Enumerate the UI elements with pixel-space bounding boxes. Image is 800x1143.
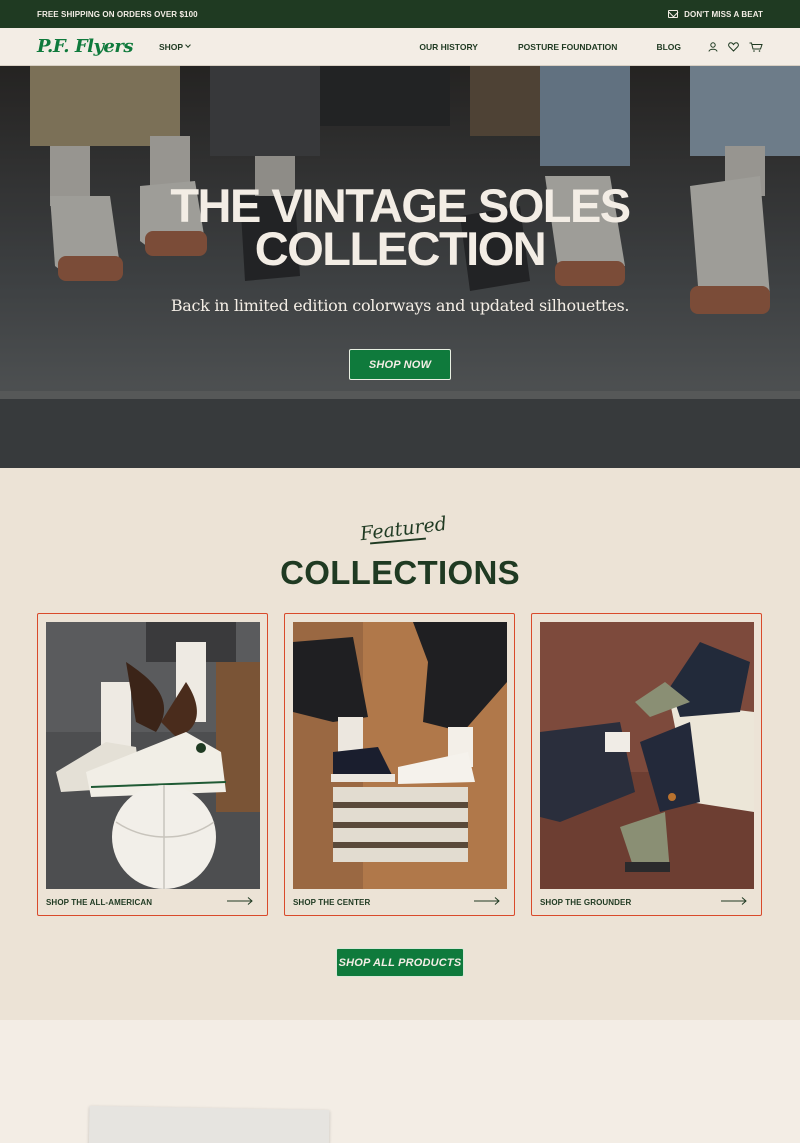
chevron-down-icon (185, 42, 191, 48)
collection-label-center: SHOP THE CENTER (293, 898, 371, 907)
collection-label-all-american: SHOP THE ALL-AMERICAN (46, 898, 153, 907)
featured-title: COLLECTIONS (280, 554, 520, 591)
account-icon[interactable] (708, 41, 718, 52)
collection-card-grounder[interactable]: SHOP THE GROUNDER (531, 613, 762, 916)
brand-logo[interactable]: P.F. Flyers (37, 36, 159, 57)
nav-link-blog[interactable]: BLOG (656, 42, 681, 52)
logo-text: P.F. Flyers (37, 36, 133, 57)
arrow-right-icon (227, 897, 253, 905)
collection-label-grounder: SHOP THE GROUNDER (540, 898, 632, 907)
hero-banner: THE VINTAGE SOLES COLLECTION Back in lim… (0, 66, 800, 468)
hero-subtitle: Back in limited edition colorways and up… (170, 296, 630, 315)
next-section (0, 1020, 800, 1143)
shop-now-button[interactable]: SHOP NOW (349, 349, 451, 380)
newsletter-link[interactable]: DON'T MISS A BEAT (668, 10, 763, 19)
announcement-bar: FREE SHIPPING ON ORDERS OVER $100 DON'T … (0, 0, 800, 28)
nav-shop-label: SHOP (159, 41, 184, 52)
hero-title: THE VINTAGE SOLES COLLECTION (0, 179, 800, 275)
arrow-right-icon (721, 897, 747, 905)
nav-link-posture-foundation[interactable]: POSTURE FOUNDATION (518, 42, 617, 52)
photo-frame (88, 1105, 330, 1143)
featured-collections-section: Featured COLLECTIONS SHOP THE ALL-AMERIC… (0, 468, 800, 1020)
collection-card-all-american[interactable]: SHOP THE ALL-AMERICAN (37, 613, 268, 916)
collection-image-center (293, 622, 507, 889)
collection-image-all-american (46, 622, 260, 889)
main-nav: P.F. Flyers SHOP OUR HISTORY POSTURE FOU… (0, 28, 800, 66)
heart-icon[interactable] (728, 41, 739, 52)
shop-all-products-button[interactable]: SHOP ALL PRODUCTS (336, 948, 464, 977)
collection-image-grounder (540, 622, 754, 889)
nav-link-our-history[interactable]: OUR HISTORY (419, 42, 478, 52)
nav-shop-menu[interactable]: SHOP (159, 41, 191, 52)
collection-card-center[interactable]: SHOP THE CENTER (284, 613, 515, 916)
hero-title-line2: COLLECTION (254, 222, 547, 275)
arrow-right-icon (474, 897, 500, 905)
cart-icon[interactable] (749, 42, 763, 52)
hero-title-line1: THE VINTAGE SOLES (170, 179, 631, 232)
mail-icon (668, 10, 679, 18)
newsletter-label: DON'T MISS A BEAT (684, 9, 763, 19)
free-shipping-text: FREE SHIPPING ON ORDERS OVER $100 (37, 9, 198, 19)
collection-cards: SHOP THE ALL-AMERICAN SHOP THE CENTER SH… (37, 613, 762, 916)
